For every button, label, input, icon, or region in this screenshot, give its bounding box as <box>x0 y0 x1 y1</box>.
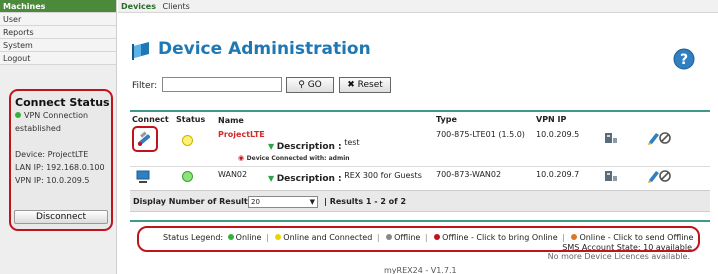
search-icon: ⚲ <box>298 80 305 90</box>
lan-ip: LAN IP: 192.168.0.100 <box>15 163 105 172</box>
description-label: Description : <box>276 174 342 184</box>
legend-online-send-offline: Online - Click to send Offline <box>579 233 694 242</box>
sidebar-item-reports[interactable]: Reports <box>0 26 116 39</box>
col-name-label: Name <box>218 116 244 125</box>
col-connect[interactable]: Connect <box>132 115 169 124</box>
vpn-ip: VPN IP: 10.0.209.5 <box>15 176 90 185</box>
disconnect-button[interactable]: Disconnect <box>14 210 108 224</box>
legend-offline: Offline <box>394 233 421 242</box>
table-row: WAN02 ▼ Description : REX 300 for Guests… <box>130 166 710 186</box>
sidebar-item-machines[interactable]: Machines <box>0 0 116 13</box>
expand-triangle-icon[interactable]: ▼ <box>268 174 274 183</box>
connected-device: Device: ProjectLTE <box>15 150 89 159</box>
legend-entries: Status Legend: Online | Online and Conne… <box>163 233 693 242</box>
col-vpn-ip[interactable]: VPN IP <box>536 115 566 124</box>
edit-delete-icon[interactable] <box>647 131 671 145</box>
sidebar-item-logout[interactable]: Logout <box>0 52 116 65</box>
legend-online-connected: Online and Connected <box>283 233 373 242</box>
reset-button-label: Reset <box>357 80 383 90</box>
connected-with-info: ◉ Device Connected with: admin <box>238 153 350 162</box>
col-type[interactable]: Type <box>436 115 457 124</box>
legend-online: Online <box>235 233 262 242</box>
expand-triangle-icon[interactable]: ▼ <box>268 142 274 151</box>
results-per-page-value: 20 <box>251 198 260 206</box>
online-send-offline-dot-icon <box>571 234 578 240</box>
monitor-icon[interactable] <box>135 170 151 184</box>
reset-button[interactable]: ✖ Reset <box>339 77 391 93</box>
vpn-status-line2: established <box>15 124 61 133</box>
legend-separator: | <box>424 233 428 242</box>
go-button[interactable]: ⚲ GO <box>286 77 334 93</box>
online-connected-dot-icon <box>275 234 282 240</box>
licences-note: No more Device Licences available. <box>547 252 690 261</box>
offline-bring-online-dot-icon <box>434 234 441 240</box>
device-type: 700-875-LTE01 (1.5.0) <box>436 130 525 139</box>
chevron-down-icon: ▼ <box>309 198 315 206</box>
connect-status-panel: Connect Status VPN Connection establishe… <box>9 89 113 231</box>
online-status-dot-icon <box>15 112 21 118</box>
device-name[interactable]: ProjectLTE <box>218 130 265 139</box>
legend-title: Status Legend: <box>163 233 224 242</box>
device-description: ▼ Description : REX 300 for Guests <box>268 171 422 184</box>
connect-highlight-frame <box>132 126 158 152</box>
results-summary-text: Results 1 - 2 of 2 <box>329 197 407 206</box>
sms-account-state: SMS Account State: 10 available <box>562 243 692 252</box>
filter-label: Filter: <box>132 81 158 91</box>
results-summary: | Results 1 - 2 of 2 <box>324 197 407 206</box>
online-dot-icon <box>227 234 234 240</box>
legend-offline-bring-online: Offline - Click to bring Online <box>442 233 558 242</box>
status-online-icon <box>182 171 193 182</box>
device-vpn-ip: 10.0.209.7 <box>536 170 580 179</box>
edit-delete-icon[interactable] <box>647 169 671 183</box>
device-name[interactable]: WAN02 <box>218 170 247 179</box>
results-per-page-select[interactable]: 20 ▼ <box>248 196 318 208</box>
vpn-status-text: VPN Connection <box>24 111 89 120</box>
legend-separator: | <box>266 233 269 242</box>
col-status[interactable]: Status <box>176 115 205 124</box>
legend-separator: | <box>562 233 565 242</box>
tab-clients[interactable]: Clients <box>163 2 190 11</box>
device-description: ▼ Description : test <box>268 138 360 152</box>
question-icon[interactable]: ? <box>673 48 695 70</box>
vpn-status-line: VPN Connection <box>11 109 111 122</box>
description-value: REX 300 for Guests <box>344 171 422 180</box>
user-connected-icon: ◉ <box>238 154 245 162</box>
top-tabs: Devices Clients <box>118 0 718 13</box>
connected-with-text: Device Connected with: admin <box>246 155 350 162</box>
sidebar-item-system[interactable]: System <box>0 39 116 52</box>
sidebar-item-user[interactable]: User <box>0 13 116 26</box>
version-footer: myREX24 - V1.7.1 <box>384 266 457 274</box>
go-button-label: GO <box>307 80 322 90</box>
table-row: ProjectLTE ▼ Description : test ◉ Device… <box>130 128 710 165</box>
tab-devices[interactable]: Devices <box>121 2 156 11</box>
filter-input[interactable] <box>162 77 282 92</box>
status-legend: Status Legend: Online | Online and Conne… <box>137 226 700 252</box>
table-bottom-divider <box>130 220 710 222</box>
flag-icon <box>132 42 149 60</box>
device-type: 700-873-WAN02 <box>436 170 502 179</box>
device-vpn-ip: 10.0.209.5 <box>536 130 580 139</box>
results-per-page-label: Display Number of Results <box>133 197 253 206</box>
offline-dot-icon <box>386 234 393 240</box>
table-header: Connect Status ❕ Name Type VPN IP <box>130 114 710 126</box>
page-title: Device Administration <box>158 39 371 59</box>
sidebar: Machines User Reports System Logout Conn… <box>0 0 117 274</box>
device-table: Connect Status ❕ Name Type VPN IP Projec… <box>130 110 710 222</box>
connect-status-title: Connect Status <box>15 96 110 109</box>
status-online-connected-icon <box>182 135 193 146</box>
device-settings-icon[interactable] <box>604 169 618 183</box>
description-label: Description : <box>276 142 342 152</box>
description-value: test <box>344 138 360 147</box>
device-settings-icon[interactable] <box>604 131 618 145</box>
results-bar: Display Number of Results 20 ▼ | Results… <box>130 190 710 212</box>
close-icon: ✖ <box>347 80 355 90</box>
legend-separator: | <box>376 233 380 242</box>
svg-text:?: ? <box>680 52 688 68</box>
